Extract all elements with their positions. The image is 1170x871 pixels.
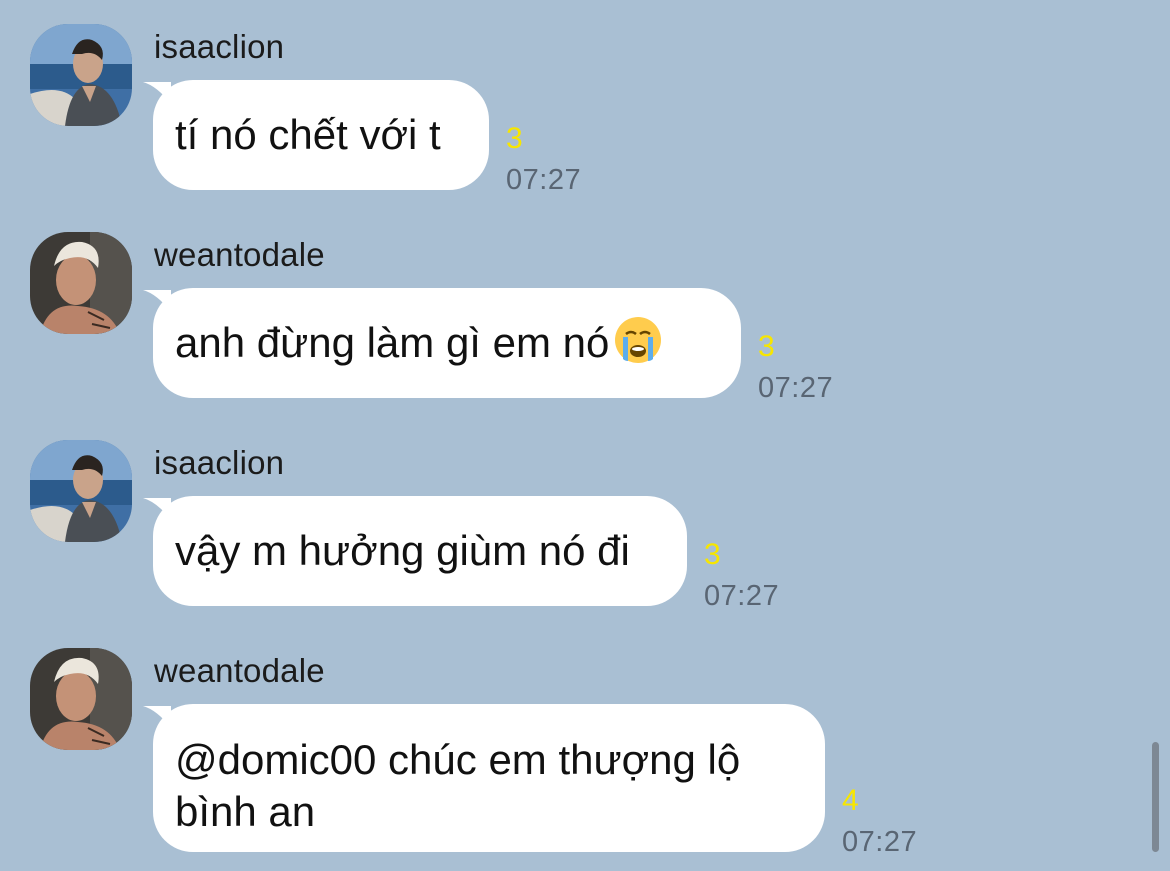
message-meta: 3 07:27 bbox=[506, 124, 581, 195]
sender-name: isaaclion bbox=[154, 28, 285, 65]
profile-photo-icon bbox=[30, 440, 132, 542]
avatar-weantodale[interactable] bbox=[30, 648, 132, 750]
sender-name: weantodale bbox=[154, 652, 325, 689]
unread-count: 4 bbox=[842, 784, 859, 817]
message-row: weantodale anh đừng làm gì em nó 3 07:27 bbox=[0, 232, 1170, 403]
message-bubble[interactable]: anh đừng làm gì em nó bbox=[143, 288, 741, 398]
bubble-tail-icon bbox=[143, 706, 171, 728]
unread-count: 3 bbox=[704, 538, 721, 571]
message-meta: 3 07:27 bbox=[758, 332, 833, 403]
timestamp: 07:27 bbox=[704, 580, 780, 612]
message-row: isaaclion tí nó chết với t 3 07:27 bbox=[0, 24, 1170, 195]
unread-count: 3 bbox=[506, 122, 523, 155]
timestamp: 07:27 bbox=[758, 372, 834, 404]
profile-photo-icon bbox=[30, 24, 132, 126]
scrollbar-thumb[interactable] bbox=[1152, 742, 1159, 852]
bubble-tail-icon bbox=[143, 82, 171, 104]
message-bubble[interactable]: tí nó chết với t bbox=[143, 80, 489, 190]
message-row: isaaclion vậy m hưởng giùm nó đi 3 07:27 bbox=[0, 440, 1170, 611]
timestamp: 07:27 bbox=[506, 164, 582, 196]
message-text-line1: @domic00 chúc em thượng lộ bbox=[175, 736, 741, 783]
bubble-tail-icon bbox=[143, 290, 171, 312]
timestamp: 07:27 bbox=[842, 826, 918, 858]
message-meta: 3 07:27 bbox=[704, 540, 779, 611]
sender-name: isaaclion bbox=[154, 444, 285, 481]
avatar-isaaclion[interactable] bbox=[30, 24, 132, 126]
avatar-weantodale[interactable] bbox=[30, 232, 132, 334]
profile-photo-icon bbox=[30, 648, 132, 750]
message-meta: 4 07:27 bbox=[842, 786, 917, 857]
unread-count: 3 bbox=[758, 330, 775, 363]
profile-photo-icon bbox=[30, 232, 132, 334]
sender-name: weantodale bbox=[154, 236, 325, 273]
message-row: weantodale @domic00 chúc em thượng lộ bì… bbox=[0, 648, 1170, 858]
message-bubble[interactable]: @domic00 chúc em thượng lộ bình an bbox=[143, 704, 825, 852]
message-text: vậy m hưởng giùm nó đi bbox=[175, 527, 630, 574]
message-text-line2: bình an bbox=[175, 788, 316, 835]
bubble-tail-icon bbox=[143, 498, 171, 520]
message-text: tí nó chết với t bbox=[175, 111, 441, 158]
message-bubble[interactable]: vậy m hưởng giùm nó đi bbox=[143, 496, 687, 606]
avatar-isaaclion[interactable] bbox=[30, 440, 132, 542]
loudly-crying-face-icon bbox=[615, 317, 662, 363]
message-text: anh đừng làm gì em nó bbox=[175, 319, 610, 366]
